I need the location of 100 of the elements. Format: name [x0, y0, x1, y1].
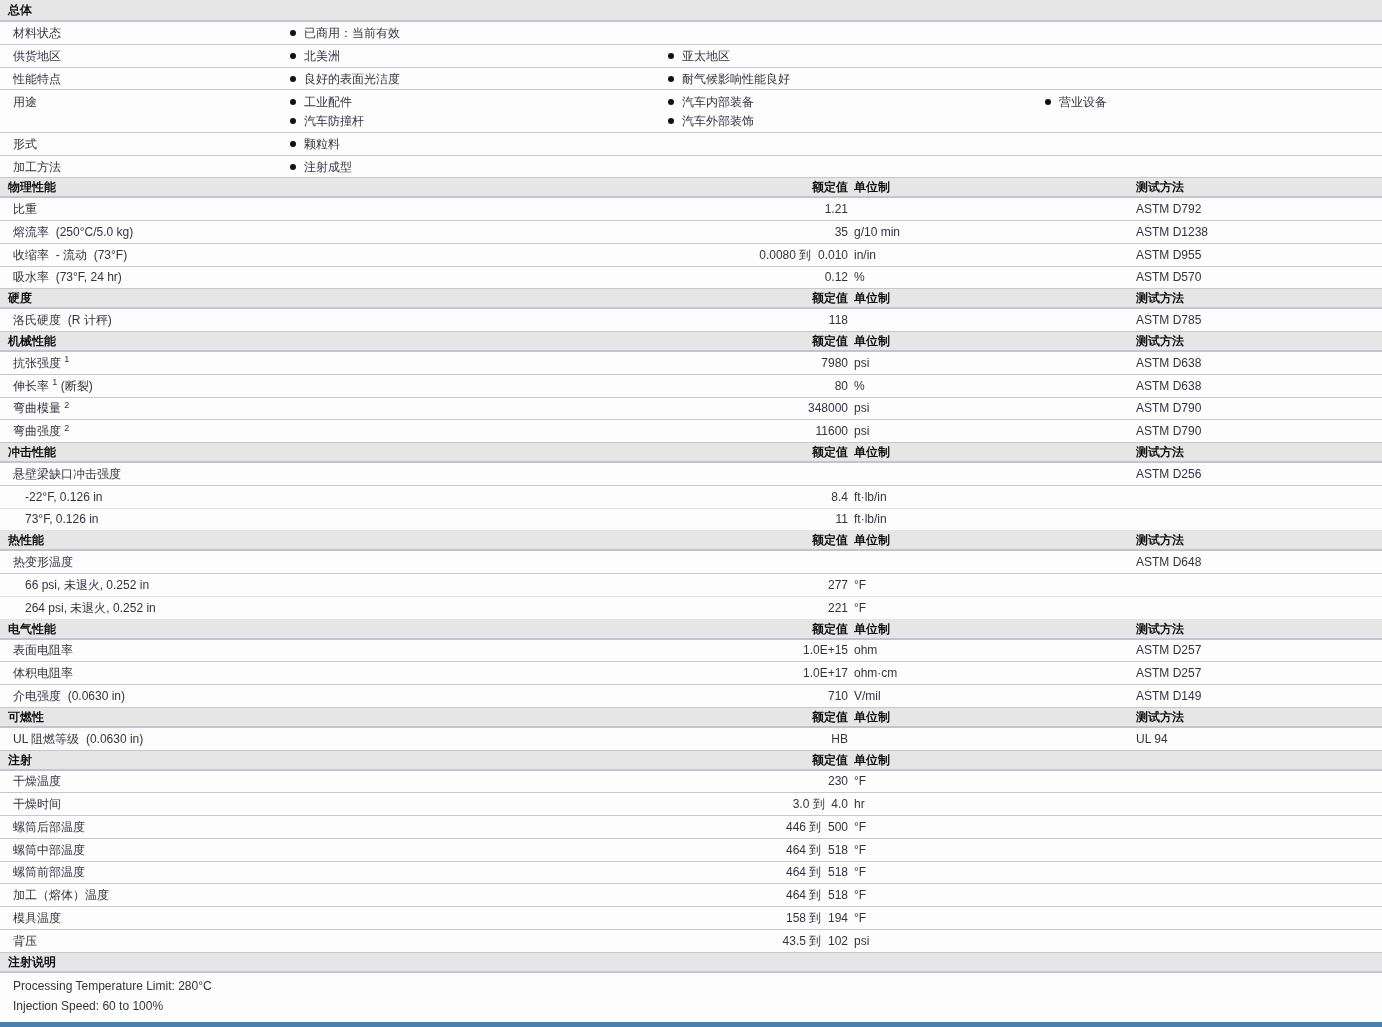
section-title: 物理性能: [7, 180, 56, 195]
property-unit: ohm: [854, 643, 878, 658]
test-method: ASTM D257: [1136, 666, 1202, 681]
column-header: 额定值: [812, 533, 848, 548]
bullet-icon: [668, 118, 674, 125]
test-method: ASTM D149: [1136, 688, 1202, 703]
overview-item: 耐气候影响性能良好: [682, 71, 790, 86]
property-value: 277: [827, 577, 848, 592]
property-label: UL 阻燃等级 (0.0630 in): [12, 731, 144, 746]
bullet-icon: [290, 75, 296, 82]
property-value: 710: [827, 688, 848, 703]
property-label: 螺筒前部温度: [12, 865, 85, 880]
column-header: 额定值: [812, 334, 848, 348]
property-value: 230: [827, 774, 848, 789]
bullet-icon: [290, 118, 296, 125]
property-unit: °F: [854, 819, 867, 834]
property-unit: psi: [854, 401, 870, 416]
property-label: 弯曲强度 $^{2}$: [12, 424, 70, 439]
property-unit: ft·lb/in: [854, 489, 887, 504]
test-method: ASTM D638: [1136, 378, 1202, 393]
property-label: 加工（熔体）温度: [12, 888, 109, 903]
overview-item: 汽车防撞杆: [304, 114, 364, 129]
overview-item: 北美洲: [304, 49, 340, 64]
property-label: 熔流率 (250°C/5.0 kg): [12, 224, 134, 239]
bullet-icon: [290, 53, 296, 60]
property-value: 446 到 500: [785, 819, 848, 834]
section-title: 可燃性: [7, 709, 44, 724]
bullet-icon: [668, 75, 674, 82]
property-value: 118: [828, 313, 848, 328]
property-label: 介电强度 (0.0630 in): [12, 688, 126, 703]
section-title: 注射: [7, 752, 32, 767]
property-unit: °F: [854, 774, 867, 789]
property-unit: ft·lb/in: [854, 512, 887, 527]
note-text: Injection Speed: 60 to 100%: [13, 998, 164, 1013]
column-header: 额定值: [812, 291, 848, 306]
property-value: 0.0080 到 0.010: [759, 247, 848, 262]
property-unit: psi: [854, 933, 870, 948]
property-label: 73°F, 0.126 in: [24, 512, 99, 527]
overview-item: 已商用：当前有效: [304, 26, 400, 41]
test-method: ASTM D785: [1136, 313, 1202, 328]
property-label: 体积电阻率: [12, 666, 73, 681]
property-value: 1.0E+15: [802, 643, 848, 658]
bullet-icon: [1045, 98, 1051, 105]
property-label: 干燥温度: [12, 774, 61, 789]
column-header: 单位制: [853, 180, 891, 195]
column-header: 单位制: [853, 621, 891, 636]
column-header: 测试方法: [1136, 291, 1184, 306]
column-header: 单位制: [853, 533, 891, 548]
property-unit: hr: [854, 797, 865, 812]
overview-item: 颗粒料: [304, 137, 340, 152]
property-unit: °F: [854, 888, 867, 903]
property-value: 1.0E+17: [802, 666, 848, 681]
overview-item: 注射成型: [304, 159, 352, 174]
section-title: 机械性能: [7, 334, 56, 348]
section-title: 热性能: [7, 533, 44, 548]
property-label: 螺筒中部温度: [12, 842, 85, 857]
test-method: ASTM D792: [1136, 202, 1202, 217]
column-header: 测试方法: [1136, 533, 1184, 548]
overview-label: 供货地区: [13, 49, 61, 64]
bullet-icon: [290, 30, 296, 37]
note-text: Processing Temperature Limit: 280°C: [13, 978, 212, 993]
test-method: ASTM D638: [1136, 355, 1202, 370]
property-label: 模具温度: [12, 910, 61, 925]
test-method: UL 94: [1136, 731, 1168, 746]
property-label: 264 psi, 未退火, 0.252 in: [24, 600, 156, 615]
section-title: 冲击性能: [7, 445, 56, 459]
property-value: 80: [834, 378, 848, 393]
column-header: 额定值: [812, 752, 848, 767]
overview-item: 营业设备: [1059, 94, 1107, 109]
column-header: 单位制: [853, 752, 891, 767]
property-label: 背压: [12, 933, 37, 948]
overview-label: 加工方法: [13, 159, 61, 174]
property-unit: °F: [854, 577, 867, 592]
test-method: ASTM D257: [1136, 643, 1202, 658]
section-title: 硬度: [7, 291, 32, 306]
column-header: 额定值: [812, 709, 848, 724]
column-header: 测试方法: [1136, 445, 1184, 459]
property-label: 洛氏硬度 (R 计秤): [12, 313, 112, 328]
overview-label: 性能特点: [13, 71, 61, 86]
overview-item: 亚太地区: [682, 49, 730, 64]
property-value: 464 到 518: [785, 888, 848, 903]
property-value: 11600: [815, 424, 848, 439]
section-title: 注射说明: [7, 954, 56, 969]
section-title: 总体: [6, 3, 32, 17]
test-method: ASTM D570: [1136, 270, 1202, 285]
property-unit: g/10 min: [854, 224, 901, 239]
bullet-icon: [668, 98, 674, 105]
property-value: 7980: [821, 355, 848, 370]
bullet-icon: [668, 53, 674, 60]
property-value: 158 到 194: [785, 910, 848, 925]
property-label: 弯曲模量 $^{2}$: [12, 401, 70, 416]
column-header: 单位制: [853, 291, 891, 306]
test-method: ASTM D955: [1136, 247, 1202, 262]
overview-label: 材料状态: [13, 26, 61, 41]
property-unit: ohm·cm: [854, 666, 898, 681]
property-unit: °F: [854, 910, 867, 925]
property-label: 热变形温度: [12, 555, 73, 570]
property-label: 螺筒后部温度: [12, 819, 85, 834]
property-value: 464 到 518: [785, 842, 848, 857]
property-unit: °F: [854, 600, 867, 615]
